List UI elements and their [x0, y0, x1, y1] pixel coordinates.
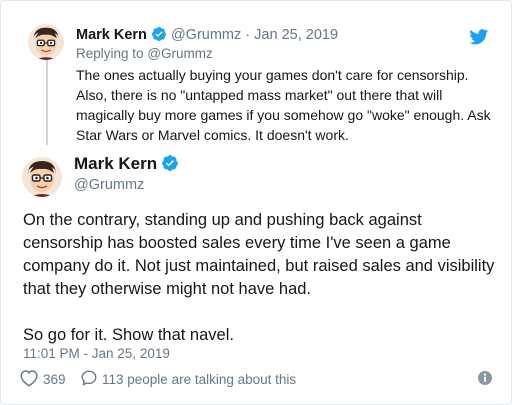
- tweet-embed-card: Mark Kern @Grummz · Jan 25, 2019 Replyin…: [0, 0, 512, 405]
- main-author-avatar[interactable]: [22, 157, 62, 197]
- replying-to-handle[interactable]: @Grummz: [147, 46, 212, 61]
- parent-tweet-header: Mark Kern @Grummz · Jan 25, 2019: [76, 26, 338, 46]
- tweet-actions-bar: 369 113 people are talking about this: [19, 369, 493, 389]
- header-separator: ·: [245, 27, 251, 43]
- info-icon[interactable]: [477, 370, 493, 386]
- parent-author-handle[interactable]: @Grummz: [171, 27, 241, 43]
- main-tweet-timestamp[interactable]: 11:01 PM - Jan 25, 2019: [23, 346, 170, 361]
- thread-connector-line: [46, 49, 48, 145]
- main-tweet-paragraph-1: On the contrary, standing up and pushing…: [23, 211, 495, 298]
- talking-count-label: 113 people are talking about this: [102, 372, 297, 387]
- replying-to-line: Replying to @Grummz: [76, 46, 213, 61]
- parent-tweet-date[interactable]: Jan 25, 2019: [254, 27, 338, 43]
- comment-action[interactable]: 113 people are talking about this: [80, 369, 296, 390]
- main-author-name-row: Mark Kern: [74, 154, 179, 177]
- twitter-bird-icon[interactable]: [469, 29, 489, 45]
- comment-bubble-icon[interactable]: [80, 369, 98, 390]
- heart-icon[interactable]: [19, 369, 39, 390]
- parent-author-avatar[interactable]: [28, 24, 64, 60]
- like-count: 369: [43, 372, 66, 387]
- verified-badge-icon: [161, 154, 179, 177]
- main-tweet-paragraph-2: So go for it. Show that navel.: [23, 326, 234, 344]
- verified-badge-icon: [151, 26, 167, 46]
- main-author-handle[interactable]: @Grummz: [74, 177, 144, 193]
- like-action[interactable]: 369: [19, 369, 66, 390]
- main-author-name[interactable]: Mark Kern: [74, 154, 157, 173]
- parent-author-name[interactable]: Mark Kern: [76, 27, 147, 43]
- replying-to-label: Replying to: [76, 46, 144, 61]
- parent-tweet-text: The ones actually buying your games don'…: [76, 67, 491, 143]
